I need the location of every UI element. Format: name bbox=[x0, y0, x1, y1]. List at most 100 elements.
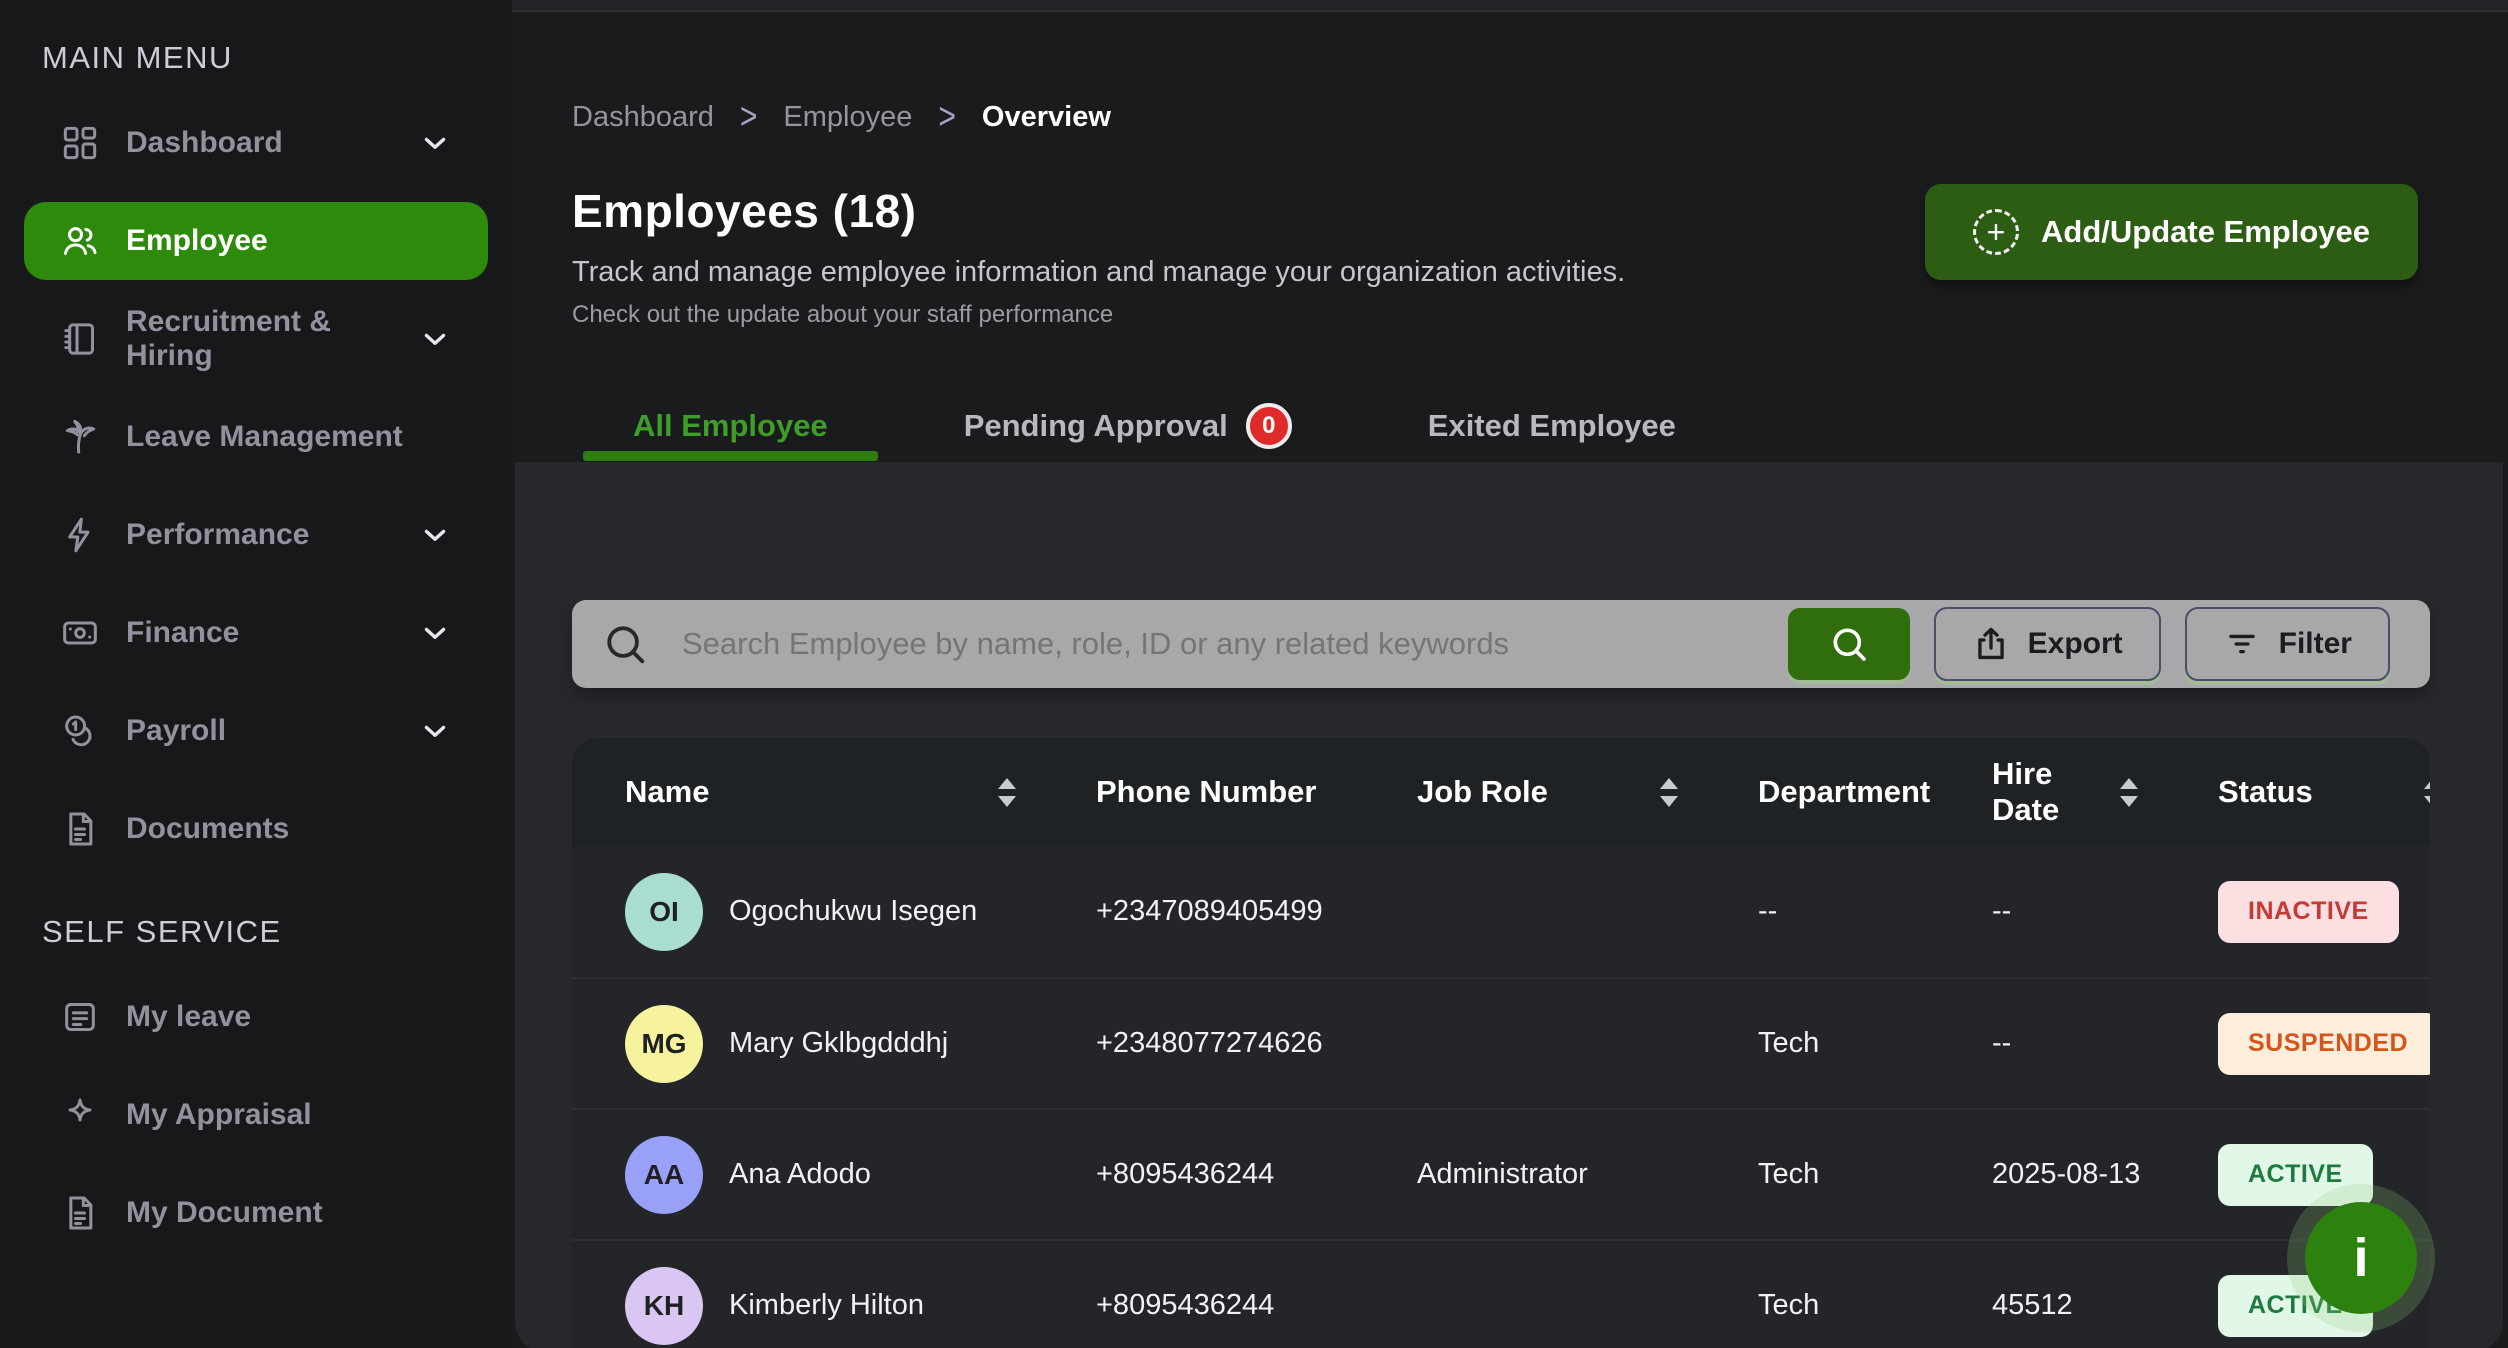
tab-pending-approval[interactable]: Pending Approval 0 bbox=[914, 391, 1342, 461]
phone-cell: +8095436244 bbox=[1096, 1158, 1417, 1191]
sort-arrows-icon[interactable] bbox=[2120, 778, 2138, 807]
breadcrumb: Dashboard>Employee>Overview bbox=[572, 100, 2508, 134]
chevron-down-icon bbox=[418, 616, 452, 650]
hire-date-cell: -- bbox=[1992, 1027, 2218, 1060]
filter-button[interactable]: Filter bbox=[2185, 607, 2390, 681]
sidebar-item-my-document[interactable]: My Document bbox=[24, 1174, 488, 1252]
employee-name: Mary Gklbgdddhj bbox=[729, 1027, 948, 1060]
document-icon bbox=[60, 1193, 100, 1233]
chevron-down-icon bbox=[418, 126, 452, 160]
dashboard-grid-icon bbox=[60, 123, 100, 163]
tab-exited-employee[interactable]: Exited Employee bbox=[1378, 391, 1726, 461]
export-label: Export bbox=[2028, 627, 2123, 661]
add-update-employee-button[interactable]: + Add/Update Employee bbox=[1925, 184, 2418, 280]
status-cell: INACTIVE bbox=[2218, 881, 2430, 943]
sidebar-section-main-menu: MAIN MENU bbox=[42, 40, 512, 76]
sidebar-item-dashboard[interactable]: Dashboard bbox=[24, 104, 488, 182]
people-icon bbox=[60, 221, 100, 261]
department-cell: Tech bbox=[1758, 1158, 1992, 1191]
breadcrumb-item-dashboard[interactable]: Dashboard bbox=[572, 101, 714, 134]
status-badge: INACTIVE bbox=[2218, 881, 2399, 943]
coins-icon bbox=[60, 711, 100, 751]
department-cell: -- bbox=[1758, 895, 1992, 928]
sidebar-item-documents[interactable]: Documents bbox=[24, 790, 488, 868]
column-label: Name bbox=[625, 774, 709, 810]
sidebar-item-label: My Document bbox=[126, 1196, 323, 1230]
employee-name: Kimberly Hilton bbox=[729, 1289, 924, 1322]
tab-all-employee[interactable]: All Employee bbox=[583, 391, 878, 461]
people-icon bbox=[60, 221, 100, 261]
employee-table: Name Phone Number Job RoleDepartmentHire D… bbox=[572, 738, 2430, 1348]
filter-icon bbox=[2223, 625, 2261, 663]
column-header-status: Status bbox=[2218, 774, 2430, 810]
sidebar-item-label: Documents bbox=[126, 812, 289, 846]
phone-cell: +8095436244 bbox=[1096, 1289, 1417, 1322]
search-input[interactable] bbox=[682, 626, 1788, 662]
table-body: OIOgochukwu Isegen+2347089405499----INAC… bbox=[572, 846, 2430, 1348]
search-submit-button[interactable] bbox=[1788, 608, 1910, 680]
table-row[interactable]: AAAna Adodo+8095436244AdministratorTech2… bbox=[572, 1108, 2430, 1239]
chevron-down-icon bbox=[418, 126, 452, 160]
avatar: KH bbox=[625, 1267, 703, 1345]
sidebar-item-my-leave[interactable]: My leave bbox=[24, 978, 488, 1056]
note-icon bbox=[60, 997, 100, 1037]
column-header-hire-date: Hire Date bbox=[1992, 756, 2218, 828]
hire-date-cell: 45512 bbox=[1992, 1289, 2218, 1322]
breadcrumb-item-employee[interactable]: Employee bbox=[783, 101, 912, 134]
lightning-icon bbox=[60, 515, 100, 555]
coins-icon bbox=[60, 711, 100, 751]
note-icon bbox=[60, 997, 100, 1037]
search-bar: Export Filter bbox=[572, 600, 2430, 688]
sidebar-item-recruitment-hiring[interactable]: Recruitment & Hiring bbox=[24, 300, 488, 378]
app-window: MAIN MENU Dashboard Employee Recruitment & … bbox=[0, 0, 2508, 1348]
sidebar-item-employee[interactable]: Employee bbox=[24, 202, 488, 280]
add-update-employee-label: Add/Update Employee bbox=[2041, 214, 2370, 250]
sidebar-item-label: Leave Management bbox=[126, 420, 403, 454]
chevron-down-icon bbox=[418, 714, 452, 748]
tab-label: Pending Approval bbox=[964, 408, 1228, 444]
export-button[interactable]: Export bbox=[1934, 607, 2161, 681]
column-header-job-role: Job Role bbox=[1417, 774, 1758, 810]
avatar: AA bbox=[625, 1136, 703, 1214]
column-header-department: Department bbox=[1758, 774, 1992, 810]
sidebar-item-label: Employee bbox=[126, 224, 268, 258]
chevron-down-icon bbox=[418, 322, 452, 356]
sidebar-item-finance[interactable]: Finance bbox=[24, 594, 488, 672]
column-label: Hire Date bbox=[1992, 756, 2120, 828]
chevron-down-icon bbox=[418, 518, 452, 552]
sidebar-item-label: Payroll bbox=[126, 714, 226, 748]
notebook-icon bbox=[60, 319, 100, 359]
column-label: Phone Number bbox=[1096, 774, 1316, 810]
sidebar-item-label: My Appraisal bbox=[126, 1098, 312, 1132]
sidebar-item-my-appraisal[interactable]: My Appraisal bbox=[24, 1076, 488, 1154]
breadcrumb-item-overview: Overview bbox=[982, 101, 1111, 134]
employee-name: Ogochukwu Isegen bbox=[729, 895, 977, 928]
sparkle-icon bbox=[60, 1095, 100, 1135]
sort-arrows-icon[interactable] bbox=[1660, 778, 1678, 807]
sidebar-item-performance[interactable]: Performance bbox=[24, 496, 488, 574]
breadcrumb-separator-icon: > bbox=[740, 96, 758, 139]
status-badge: ACTIVE bbox=[2218, 1144, 2373, 1206]
plus-circle-icon: + bbox=[1973, 209, 2019, 255]
lightning-icon bbox=[60, 515, 100, 555]
hire-date-cell: -- bbox=[1992, 895, 2218, 928]
column-header-name: Name bbox=[625, 774, 1096, 810]
sidebar-item-payroll[interactable]: Payroll bbox=[24, 692, 488, 770]
sort-arrows-icon[interactable] bbox=[2424, 778, 2430, 807]
table-row[interactable]: KHKimberly Hilton+8095436244Tech45512ACT… bbox=[572, 1239, 2430, 1348]
status-cell: SUSPENDED bbox=[2218, 1013, 2430, 1075]
page-header: Employees (18) Track and manage employee… bbox=[572, 184, 2418, 329]
tab-badge: 0 bbox=[1246, 403, 1292, 449]
hire-date-cell: 2025-08-13 bbox=[1992, 1158, 2218, 1191]
department-cell: Tech bbox=[1758, 1289, 1992, 1322]
sidebar-item-label: Finance bbox=[126, 616, 239, 650]
page-subtitle: Track and manage employee information an… bbox=[572, 256, 1625, 289]
sidebar-item-leave-management[interactable]: Leave Management bbox=[24, 398, 488, 476]
table-row[interactable]: OIOgochukwu Isegen+2347089405499----INAC… bbox=[572, 846, 2430, 977]
sort-arrows-icon[interactable] bbox=[998, 778, 1016, 807]
phone-cell: +2348077274626 bbox=[1096, 1027, 1417, 1060]
export-icon bbox=[1972, 625, 2010, 663]
info-fab-button[interactable]: i bbox=[2305, 1202, 2417, 1314]
topbar-edge bbox=[512, 0, 2508, 12]
table-row[interactable]: MGMary Gklbgdddhj+2348077274626Tech--SUS… bbox=[572, 977, 2430, 1108]
